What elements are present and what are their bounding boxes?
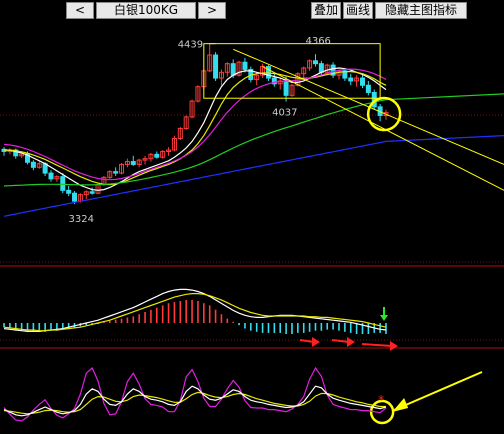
candle-body — [213, 54, 219, 79]
ma-line-white — [3, 67, 387, 191]
moving-averages — [3, 67, 504, 217]
candle-body — [348, 77, 354, 82]
ma-line-yellow — [4, 71, 387, 186]
candle-body — [230, 63, 236, 76]
hide-main-indicator-button[interactable]: 隐藏主图指标 — [375, 2, 467, 19]
prev-symbol-button[interactable]: < — [66, 2, 94, 19]
red-arrow-line — [299, 339, 315, 343]
price-label: 4037 — [272, 108, 297, 119]
price-label: 4439 — [178, 40, 203, 51]
main-price-pane — [1, 43, 389, 205]
candle-body — [48, 172, 54, 180]
candle-body — [113, 171, 119, 174]
downtrend-channel-lower — [262, 66, 504, 191]
candle-body — [72, 192, 78, 202]
red-arrow-head — [312, 337, 320, 347]
price-label: 4366 — [305, 36, 330, 47]
candle-body — [130, 161, 136, 165]
overlay-button[interactable]: 叠加 — [311, 2, 341, 19]
kdj-signal-star: * — [378, 393, 384, 407]
candle-body — [283, 80, 289, 96]
macd-pane — [3, 288, 387, 334]
ma-line-magenta — [3, 68, 387, 181]
pointer-arrow-line — [393, 371, 483, 411]
candle-body — [242, 61, 248, 70]
candle-body — [66, 189, 72, 194]
toolbar: < 白银100KG > 叠加 画线 隐藏主图指标 — [0, 0, 504, 22]
draw-line-button[interactable]: 画线 — [343, 2, 373, 19]
candle-body — [265, 66, 271, 79]
candle-body — [318, 63, 324, 73]
green-arrow-head — [380, 315, 388, 321]
price-label: 3324 — [69, 214, 94, 225]
candle-body — [359, 77, 365, 86]
next-symbol-button[interactable]: > — [198, 2, 226, 19]
kline-chart[interactable]: 4439 4366 4037 3324 * — [0, 22, 504, 434]
candle-body — [89, 191, 95, 194]
candle-body — [154, 153, 160, 158]
candle-body — [365, 84, 371, 93]
macd-dif-line — [3, 288, 387, 332]
symbol-selector[interactable]: 白银100KG — [96, 2, 196, 19]
red-arrow-line — [361, 343, 393, 347]
pointer-arrow-head — [392, 398, 409, 412]
kdj-pane — [3, 366, 387, 422]
annotations: * — [203, 43, 504, 425]
macd-dea-line — [3, 293, 387, 332]
red-arrow-line — [331, 339, 350, 343]
red-arrow-head — [347, 337, 355, 347]
candle-body — [30, 161, 36, 168]
candle-body — [312, 60, 318, 65]
red-arrow-head — [390, 341, 398, 351]
candle-body — [60, 176, 66, 191]
